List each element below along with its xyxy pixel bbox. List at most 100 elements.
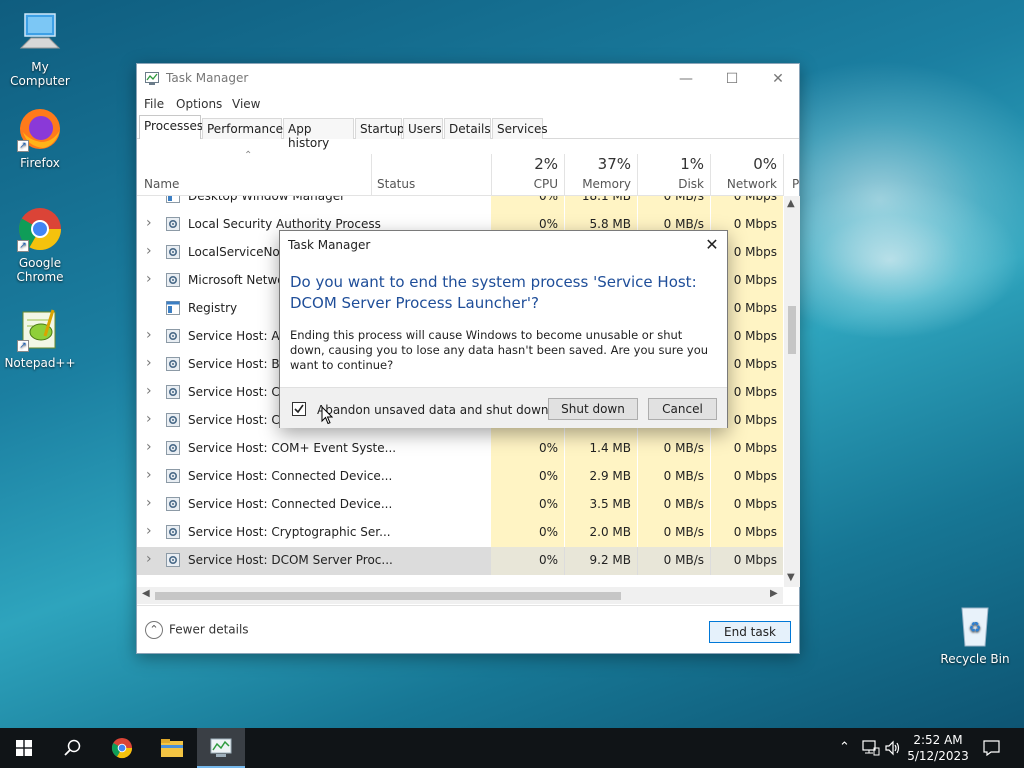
expand-chevron-icon[interactable]: ›	[146, 551, 154, 567]
tab-startup[interactable]: Startup	[355, 118, 405, 139]
volume-icon[interactable]	[885, 740, 901, 756]
process-row[interactable]: 0% 3.5 MB 0 MB/s 0 Mbps › Service Host: Conne…	[137, 491, 783, 519]
column-power-truncated[interactable]: P	[792, 177, 802, 191]
horizontal-scroll-thumb[interactable]	[155, 592, 621, 600]
process-row[interactable]: 0% 18.1 MB 0 MB/s 0 Mbps Desktop Window Mana…	[137, 196, 783, 211]
start-button[interactable]	[0, 728, 48, 768]
abandon-data-checkbox[interactable]	[292, 402, 306, 416]
expand-chevron-icon[interactable]: ›	[146, 523, 154, 539]
column-memory[interactable]: Memory	[565, 177, 631, 191]
cancel-button[interactable]: Cancel	[648, 398, 717, 420]
service-gear-icon	[166, 245, 180, 259]
desktop-icon-label: Google Chrome	[16, 256, 64, 284]
column-separator	[371, 154, 372, 196]
network-cell: 0 Mbps	[711, 196, 783, 211]
network-cell: 0 Mbps	[711, 463, 783, 491]
process-row[interactable]: 0% 2.0 MB 0 MB/s 0 Mbps › Service Host: Crypt…	[137, 519, 783, 547]
taskbar-task-manager[interactable]	[197, 728, 245, 768]
service-gear-icon	[166, 273, 180, 287]
horizontal-scrollbar[interactable]: ◀ ▶	[137, 587, 783, 604]
dialog-title: Task Manager	[288, 238, 371, 252]
shut-down-button[interactable]: Shut down	[548, 398, 638, 420]
process-name: Desktop Window Manager	[188, 196, 346, 203]
title-bar[interactable]: Task Manager — ☐ ✕	[137, 64, 799, 94]
menu-file[interactable]: File	[144, 97, 164, 111]
expand-chevron-icon[interactable]: ›	[146, 215, 154, 231]
expand-chevron-icon[interactable]: ›	[146, 355, 154, 371]
process-row[interactable]: 0% 2.9 MB 0 MB/s 0 Mbps › Service Host: Conne…	[137, 463, 783, 491]
process-row[interactable]: 0% 1.4 MB 0 MB/s 0 Mbps › Service Host: COM+ …	[137, 435, 783, 463]
memory-cell: 9.2 MB	[565, 547, 637, 575]
vertical-scroll-thumb[interactable]	[788, 306, 796, 354]
expand-chevron-icon[interactable]: ›	[146, 243, 154, 259]
dialog-close-icon[interactable]: ✕	[700, 235, 724, 257]
expand-chevron-icon[interactable]: ›	[146, 327, 154, 343]
end-task-button[interactable]: End task	[709, 621, 791, 643]
scroll-down-arrow-icon[interactable]: ▼	[787, 572, 795, 583]
cpu-cell: 0%	[491, 196, 564, 211]
recycle-bin-icon: ♻	[952, 602, 998, 648]
expand-chevron-icon[interactable]: ›	[146, 439, 154, 455]
tab-performance[interactable]: Performance	[202, 118, 283, 139]
taskbar-file-explorer[interactable]	[148, 728, 196, 768]
expand-chevron-icon[interactable]: ›	[146, 467, 154, 483]
desktop-icon-recycle-bin[interactable]: ♻ Recycle Bin	[935, 602, 1015, 666]
process-row[interactable]: 0% 9.2 MB 0 MB/s 0 Mbps › Service Host: DCOM …	[137, 547, 783, 575]
expand-chevron-icon[interactable]: ›	[146, 495, 154, 511]
scroll-left-arrow-icon[interactable]: ◀	[142, 588, 150, 599]
expand-chevron-icon[interactable]: ›	[146, 411, 154, 427]
column-header-row: ⌃ Name Status 2% CPU 37% Memory 1% Disk …	[137, 150, 799, 196]
desktop-icon-label: Notepad++	[4, 356, 76, 370]
folder-icon	[161, 739, 183, 757]
search-button[interactable]	[48, 728, 96, 768]
disk-percent: 1%	[680, 155, 704, 173]
shortcut-arrow-icon: ↗	[17, 340, 29, 352]
notifications-icon[interactable]	[983, 740, 1000, 756]
desktop-icon-label: Firefox	[20, 156, 60, 170]
column-network[interactable]: Network	[711, 177, 777, 191]
network-icon[interactable]	[862, 740, 880, 756]
menu-view[interactable]: View	[232, 97, 260, 111]
tab-app-history[interactable]: App history	[283, 118, 354, 150]
expand-chevron-icon[interactable]: ›	[146, 271, 154, 287]
scroll-right-arrow-icon[interactable]: ▶	[770, 588, 778, 599]
column-disk[interactable]: Disk	[638, 177, 704, 191]
sort-up-arrow-icon: ⌃	[244, 150, 253, 161]
show-hidden-icons-chevron-icon[interactable]: ⌃	[839, 740, 850, 755]
abandon-data-checkbox-label[interactable]: Abandon unsaved data and shut down.	[317, 403, 552, 417]
vertical-scrollbar[interactable]: ▲ ▼	[784, 196, 800, 587]
dialog-message: Ending this process will cause Windows t…	[290, 328, 709, 372]
column-cpu[interactable]: CPU	[491, 177, 558, 191]
menu-options[interactable]: Options	[176, 97, 222, 111]
close-button[interactable]: ✕	[755, 64, 801, 94]
fewer-details-button[interactable]: ⌃ Fewer details	[145, 621, 249, 641]
tab-bar: Processes Performance App history Startu…	[137, 115, 799, 150]
scroll-up-arrow-icon[interactable]: ▲	[787, 198, 795, 209]
chrome-icon: ↗	[17, 206, 63, 252]
cpu-cell: 0%	[491, 547, 564, 575]
column-separator	[710, 154, 711, 196]
desktop-icon-my-computer[interactable]: My Computer	[0, 10, 80, 88]
expand-chevron-icon[interactable]: ›	[146, 383, 154, 399]
tab-details[interactable]: Details	[444, 118, 491, 139]
column-status[interactable]: Status	[377, 177, 415, 191]
maximize-button[interactable]: ☐	[709, 64, 755, 94]
tab-users[interactable]: Users	[403, 118, 443, 139]
desktop-icon-google-chrome[interactable]: ↗ Google Chrome	[0, 206, 80, 284]
process-name: Service Host: Connected Device...	[188, 469, 393, 483]
desktop-icon-firefox[interactable]: ↗ Firefox	[0, 106, 80, 170]
network-cell: 0 Mbps	[711, 435, 783, 463]
tab-services[interactable]: Services	[492, 118, 548, 139]
memory-percent: 37%	[597, 155, 631, 173]
disk-cell: 0 MB/s	[638, 519, 710, 547]
clock[interactable]: 2:52 AM 5/12/2023	[906, 732, 970, 764]
minimize-button[interactable]: —	[663, 64, 709, 94]
dialog-heading: Do you want to end the system process 'S…	[290, 273, 697, 312]
column-name[interactable]: Name	[144, 177, 179, 191]
tab-processes[interactable]: Processes	[139, 115, 203, 139]
memory-cell: 2.0 MB	[565, 519, 637, 547]
process-name: Local Security Authority Process	[188, 217, 381, 231]
taskbar-chrome[interactable]	[98, 728, 146, 768]
memory-cell: 18.1 MB	[565, 196, 637, 211]
desktop-icon-notepad-plus-plus[interactable]: ↗ Notepad++	[0, 306, 80, 370]
